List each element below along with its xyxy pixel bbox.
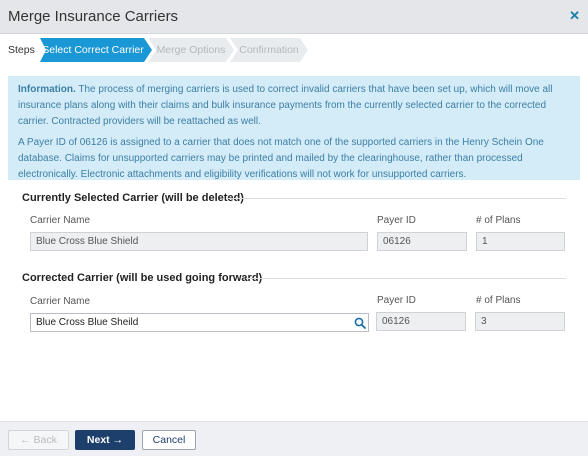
corrected-carrier-search-input[interactable]: Blue Cross Blue Sheild <box>30 313 369 332</box>
info-text-1: The process of merging carriers is used … <box>18 84 553 127</box>
next-button-label: Next <box>86 434 110 446</box>
current-payer-id-label: Payer ID <box>377 215 416 226</box>
arrow-left-icon: ← <box>20 434 31 446</box>
information-box: Information. The process of merging carr… <box>8 76 580 180</box>
corrected-payer-id-field: 06126 <box>376 312 466 331</box>
current-carrier-name-field: Blue Cross Blue Shield <box>30 232 368 251</box>
step-select-correct-carrier[interactable]: Select Correct Carrier <box>40 38 152 62</box>
dialog-footer: ← Back Next → Cancel <box>0 421 588 456</box>
back-button-label: Back <box>33 434 57 446</box>
step-merge-options: Merge Options <box>148 38 234 62</box>
back-button[interactable]: ← Back <box>8 430 69 450</box>
corrected-plans-count-label: # of Plans <box>476 295 521 306</box>
info-paragraph-1: Information. The process of merging carr… <box>18 82 570 130</box>
current-carrier-section-title: Currently Selected Carrier (will be dele… <box>22 192 244 204</box>
corrected-plans-count-field: 3 <box>475 312 565 331</box>
corrected-payer-id-label: Payer ID <box>377 295 416 306</box>
current-plans-count-field: 1 <box>476 232 565 251</box>
steps-label: Steps <box>8 44 35 56</box>
wizard-steps: Steps Select Correct Carrier Merge Optio… <box>0 38 588 62</box>
corrected-carrier-section-title: Corrected Carrier (will be used going fo… <box>22 272 263 284</box>
current-payer-id-field: 06126 <box>377 232 467 251</box>
info-paragraph-2: A Payer ID of 06126 is assigned to a car… <box>18 137 544 180</box>
next-button[interactable]: Next → <box>75 430 135 450</box>
section-divider <box>228 198 566 199</box>
corrected-carrier-name-label: Carrier Name <box>30 296 91 307</box>
arrow-right-icon: → <box>112 434 124 446</box>
current-plans-count-label: # of Plans <box>476 215 521 226</box>
dialog-title: Merge Insurance Carriers <box>8 8 179 25</box>
info-heading: Information. <box>18 84 76 95</box>
section-divider <box>246 278 566 279</box>
close-icon[interactable]: ✕ <box>569 9 580 23</box>
current-carrier-name-label: Carrier Name <box>30 215 91 226</box>
dialog-titlebar: Merge Insurance Carriers ✕ <box>0 0 588 34</box>
search-icon[interactable] <box>354 317 366 329</box>
step-confirmation: Confirmation <box>230 38 308 62</box>
cancel-button[interactable]: Cancel <box>142 430 196 450</box>
